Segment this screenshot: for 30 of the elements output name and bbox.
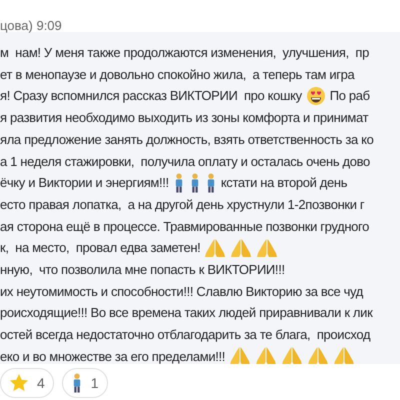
folded-hands-icon	[230, 238, 252, 258]
message-text: остей всегда недостаточно отблагодарить за те блага, происход	[0, 326, 370, 344]
message-text: ет в менопаузе и довольно спокойно жила, а теперь там игра	[0, 66, 354, 84]
heart-eyes-face-icon	[306, 86, 326, 106]
message-text: есто правая лопатка, а на другой день хрустнули 1-2позвонки г	[0, 196, 364, 214]
message-text: ая сторона ещё в процессе. Травмированные позвонки грудного	[0, 218, 370, 236]
reaction-button[interactable]: 4	[0, 368, 54, 398]
folded-hands-icon	[255, 346, 278, 364]
message-text: к, на место, провал едва заметен!	[0, 239, 200, 258]
message-text: еко и во множестве за его пределами!!!	[0, 348, 226, 364]
message-header: цова) 9:09	[0, 18, 62, 33]
message-text: ёчку и Виктории и энергиям!!!	[0, 174, 169, 192]
reaction-button[interactable]: 1	[62, 368, 108, 398]
folded-hands-icon	[307, 346, 330, 364]
message-text: я развития необходимо выходить из зоны комфорта и принимат	[0, 109, 368, 128]
message-text: роисходящие!!! Во все времена таких людей приравнивали к лик	[0, 304, 372, 322]
folded-hands-icon	[333, 346, 356, 364]
star-icon	[9, 373, 29, 393]
folded-hands-icon	[281, 346, 304, 364]
message-text: кстати на второй день	[220, 174, 348, 192]
message-text: а 1 неделя стажировки, получила оплату и осталась очень дово	[0, 152, 370, 171]
folded-hands-icon	[256, 238, 278, 258]
folded-hands-icon	[229, 346, 252, 364]
message-text: их неутомимость и способности!!! Славлю Викторию за все чуд	[0, 282, 364, 301]
message-text: По раб	[330, 87, 370, 106]
message-text: яла предложение занять должность, взять ответственность за ко	[0, 130, 374, 149]
message-text: м нам! У меня также продолжаются изменения, улучшения, пр	[0, 44, 369, 62]
message-text: я! Сразу вспомнился рассказ ВИКТОРИИ про кошку	[0, 87, 302, 106]
message-text: нную, что позволила мне попасть к ВИКТОРИИ!!!	[0, 260, 285, 279]
folded-hands-icon	[204, 238, 226, 258]
